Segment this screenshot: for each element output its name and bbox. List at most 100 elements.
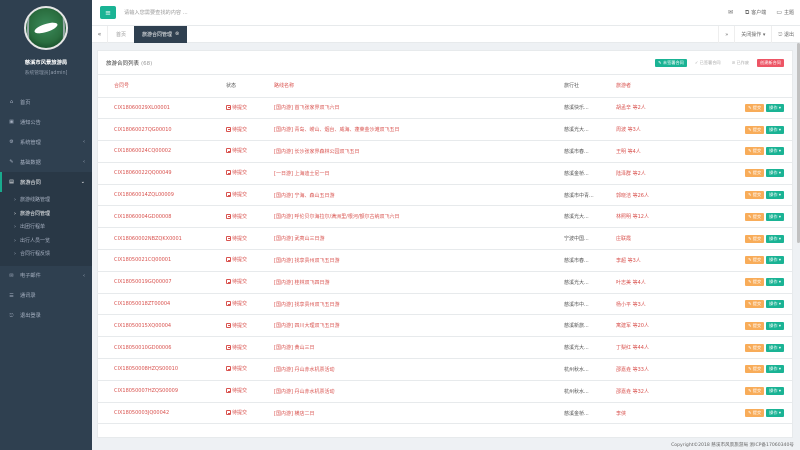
tourist-link[interactable]: 李超 等3人 — [616, 249, 720, 272]
tourist-link[interactable]: 林照明 等12人 — [616, 205, 720, 229]
contract-number-link[interactable]: CIX18050010GD00006 — [98, 336, 226, 360]
submenu-travelers[interactable]: 出行人员一览 — [0, 235, 92, 249]
operations-dropdown[interactable]: 操作 ▾ — [766, 103, 784, 112]
contract-number-link[interactable]: CIX18060002NBZQKX0001 — [98, 227, 226, 251]
operations-dropdown[interactable]: 操作 ▾ — [766, 169, 784, 178]
tourist-link[interactable]: 周波 等3人 — [616, 118, 720, 142]
col-agency[interactable]: 旅行社 — [564, 75, 616, 98]
operations-dropdown[interactable]: 操作 ▾ — [766, 147, 784, 156]
operations-dropdown[interactable]: 操作 ▾ — [766, 234, 784, 243]
tab-contract-management[interactable]: 旅游合同管理 ⊗ — [134, 25, 188, 43]
menu-toggle-button[interactable]: ≡ — [100, 6, 116, 19]
table-row[interactable]: CIX18060024CQ00002 待提交 [国内游] 长沙张家界森林公园双飞五日… — [98, 140, 792, 163]
table-row[interactable]: CIX18050019GQ00007 待提交 [国内游] 桂林双飞四日游 慈溪光大..… — [98, 271, 792, 294]
submit-button[interactable]: ✎ 提交 — [744, 343, 765, 352]
tourist-link[interactable]: 王明 等4人 — [616, 140, 720, 163]
sidebar-item-system[interactable]: ⚙ 系统管理 ‹ — [0, 132, 92, 152]
tab-scroll-right-button[interactable]: » — [718, 26, 734, 43]
table-row[interactable]: CIX18060029XL00001 待提交 [国内游] 首飞张家界双飞六日 慈溪快乐… — [98, 97, 792, 120]
table-row[interactable]: CIX18050015XQ00004 待提交 [国内游] 四川大理双飞五日游 慈溪新旅… — [98, 314, 792, 338]
sidebar-item-basedata[interactable]: ✎ 基础数据 ‹ — [0, 152, 92, 172]
submit-button[interactable]: ✎ 提交 — [744, 191, 765, 200]
table-row[interactable]: CIX18050007HZQS00009 待提交 [国内游] 丹山赤水机票活动 杭州秋… — [98, 380, 792, 403]
tourist-link[interactable]: 邵嘉垚 等32人 — [616, 380, 720, 403]
operations-dropdown[interactable]: 操作 ▾ — [766, 365, 784, 374]
route-link[interactable]: [国内游] 长沙张家界森林公园双飞五日 — [274, 140, 564, 163]
col-route[interactable]: 路线名称 — [274, 75, 564, 98]
table-row[interactable]: CIX18060014ZQL00009 待提交 [国内游] 宁海、森山五日游 慈溪市中… — [98, 184, 792, 207]
operations-dropdown[interactable]: 操作 ▾ — [766, 321, 784, 330]
exit-button[interactable]: ⎋ 退出 — [771, 26, 800, 43]
operations-dropdown[interactable]: 操作 ▾ — [766, 343, 784, 352]
sidebar-item-logout[interactable]: ⎋ 退出登录 — [0, 306, 92, 326]
submit-button[interactable]: ✎ 提交 — [744, 234, 765, 243]
operations-dropdown[interactable]: 操作 ▾ — [766, 191, 784, 200]
table-row[interactable]: CIX18050021CQ00001 待提交 [国内游] 找享贵州双飞五日游 慈溪市春… — [98, 249, 792, 272]
search-input[interactable]: 请输入您需要查找的内容 ... — [124, 9, 188, 16]
table-row[interactable]: CIX18050003JQ00042 待提交 [国内游] 横店二日 慈溪金桥... 李侠… — [98, 402, 792, 425]
tourist-link[interactable]: 庄联霞 — [616, 227, 720, 251]
submit-button[interactable]: ✎ 提交 — [744, 409, 765, 418]
tourist-link[interactable]: 胡孟辛 等2人 — [616, 97, 720, 120]
submit-button[interactable]: ✎ 提交 — [744, 212, 765, 221]
sidebar-item-mail[interactable]: ✉ 电子邮件 ‹ — [0, 266, 92, 286]
invalid-filter-button[interactable]: ⊘ 已作废 — [729, 59, 752, 67]
close-ops-dropdown[interactable]: 关闭操作 ▾ — [734, 26, 771, 43]
close-icon[interactable]: ⊗ — [175, 31, 179, 37]
operations-dropdown[interactable]: 操作 ▾ — [766, 256, 784, 265]
tourist-link[interactable]: 寓建军 等20人 — [616, 314, 720, 338]
contract-number-link[interactable]: CIX18050007HZQS00009 — [98, 380, 226, 403]
tab-home[interactable]: 首页 — [108, 26, 134, 43]
route-link[interactable]: [国内游] 丹山赤水机票活动 — [274, 380, 564, 403]
theme-link[interactable]: ▭ 主题 — [776, 9, 794, 16]
contract-number-link[interactable]: CIX18060029XL00001 — [98, 97, 226, 120]
tourist-link[interactable]: 郭晓洁 等26人 — [616, 184, 720, 207]
tourist-link[interactable]: 叶志美 等4人 — [616, 271, 720, 294]
contract-number-link[interactable]: CIX18050021CQ00001 — [98, 249, 226, 272]
operations-dropdown[interactable]: 操作 ▾ — [766, 125, 784, 134]
tourist-link[interactable]: 丁梨红 等44人 — [616, 336, 720, 360]
submenu-route[interactable]: 旅游线路管理 — [0, 194, 92, 208]
route-link[interactable]: [一日游] 上海迪士尼一日 — [274, 162, 564, 185]
table-row[interactable]: CIX18060004GD00008 待提交 [国内游] 呼伦贝尔海拉尔/满洲里/根… — [98, 205, 792, 229]
submit-button[interactable]: ✎ 提交 — [744, 147, 765, 156]
user-label[interactable]: 系统管理员[admin] — [0, 69, 92, 76]
tourist-link[interactable]: 邵嘉垚 等33人 — [616, 358, 720, 381]
route-link[interactable]: [国内游] 找享贵州双飞五日游 — [274, 249, 564, 272]
contract-number-link[interactable]: CIX18050019GQ00007 — [98, 271, 226, 294]
signed-filter-button[interactable]: ✓ 已签署合同 — [692, 59, 724, 67]
tourist-link[interactable]: 杨小平 等3人 — [616, 293, 720, 316]
contract-number-link[interactable]: CIX18060024CQ00002 — [98, 140, 226, 163]
contract-number-link[interactable]: CIX18060014ZQL00009 — [98, 184, 226, 207]
submit-button[interactable]: ✎ 提交 — [744, 169, 765, 178]
contract-number-link[interactable]: CIX18060027QG00010 — [98, 118, 226, 142]
route-link[interactable]: [国内游] 武夷山三日游 — [274, 227, 564, 251]
route-link[interactable]: [国内游] 找享贵州双飞五日游 — [274, 293, 564, 316]
contract-number-link[interactable]: CIX18050015XQ00004 — [98, 314, 226, 338]
submit-button[interactable]: ✎ 提交 — [744, 300, 765, 309]
tourist-link[interactable]: 李侠 — [616, 402, 720, 425]
contract-number-link[interactable]: CIX18060022QQ00049 — [98, 162, 226, 185]
contract-number-link[interactable]: CIX18060004GD00008 — [98, 205, 226, 229]
sidebar-item-notice[interactable]: ▣ 通知公告 — [0, 112, 92, 132]
table-row[interactable]: CIX18050018ZT00004 待提交 [国内游] 找享贵州双飞五日游 慈溪市中… — [98, 293, 792, 316]
table-row[interactable]: CIX18060027QG00010 待提交 [国内游] 青岛、崂山、烟台、威海、蓬… — [98, 118, 792, 142]
route-link[interactable]: [国内游] 呼伦贝尔海拉尔/满洲里/根河/额尔古纳双飞六日 — [274, 205, 564, 229]
submit-button[interactable]: ✎ 提交 — [744, 256, 765, 265]
col-contract-number[interactable]: 合同号 — [98, 75, 226, 98]
submenu-itinerary[interactable]: 出团行程单 — [0, 221, 92, 235]
operations-dropdown[interactable]: 操作 ▾ — [766, 387, 784, 396]
tourist-link[interactable]: 陆泽群 等2人 — [616, 162, 720, 185]
contract-number-link[interactable]: CIX18050008HZQS00010 — [98, 358, 226, 381]
table-row[interactable]: CIX18060002NBZQKX0001 待提交 [国内游] 武夷山三日游 宁波中国… — [98, 227, 792, 251]
sidebar-item-contract[interactable]: ▤ 旅游合同 ⌄ — [0, 172, 92, 192]
submit-button[interactable]: ✎ 提交 — [744, 278, 765, 287]
create-contract-button[interactable]: 创建新合同 — [757, 59, 784, 67]
route-link[interactable]: [国内游] 丹山赤水机票活动 — [274, 358, 564, 381]
route-link[interactable]: [国内游] 四川大理双飞五日游 — [274, 314, 564, 338]
operations-dropdown[interactable]: 操作 ▾ — [766, 278, 784, 287]
submit-button[interactable]: ✎ 提交 — [744, 321, 765, 330]
unsigned-filter-button[interactable]: ✎ 未签署合同 — [655, 59, 687, 67]
route-link[interactable]: [国内游] 黄山三日 — [274, 336, 564, 360]
submit-button[interactable]: ✎ 提交 — [744, 387, 765, 396]
